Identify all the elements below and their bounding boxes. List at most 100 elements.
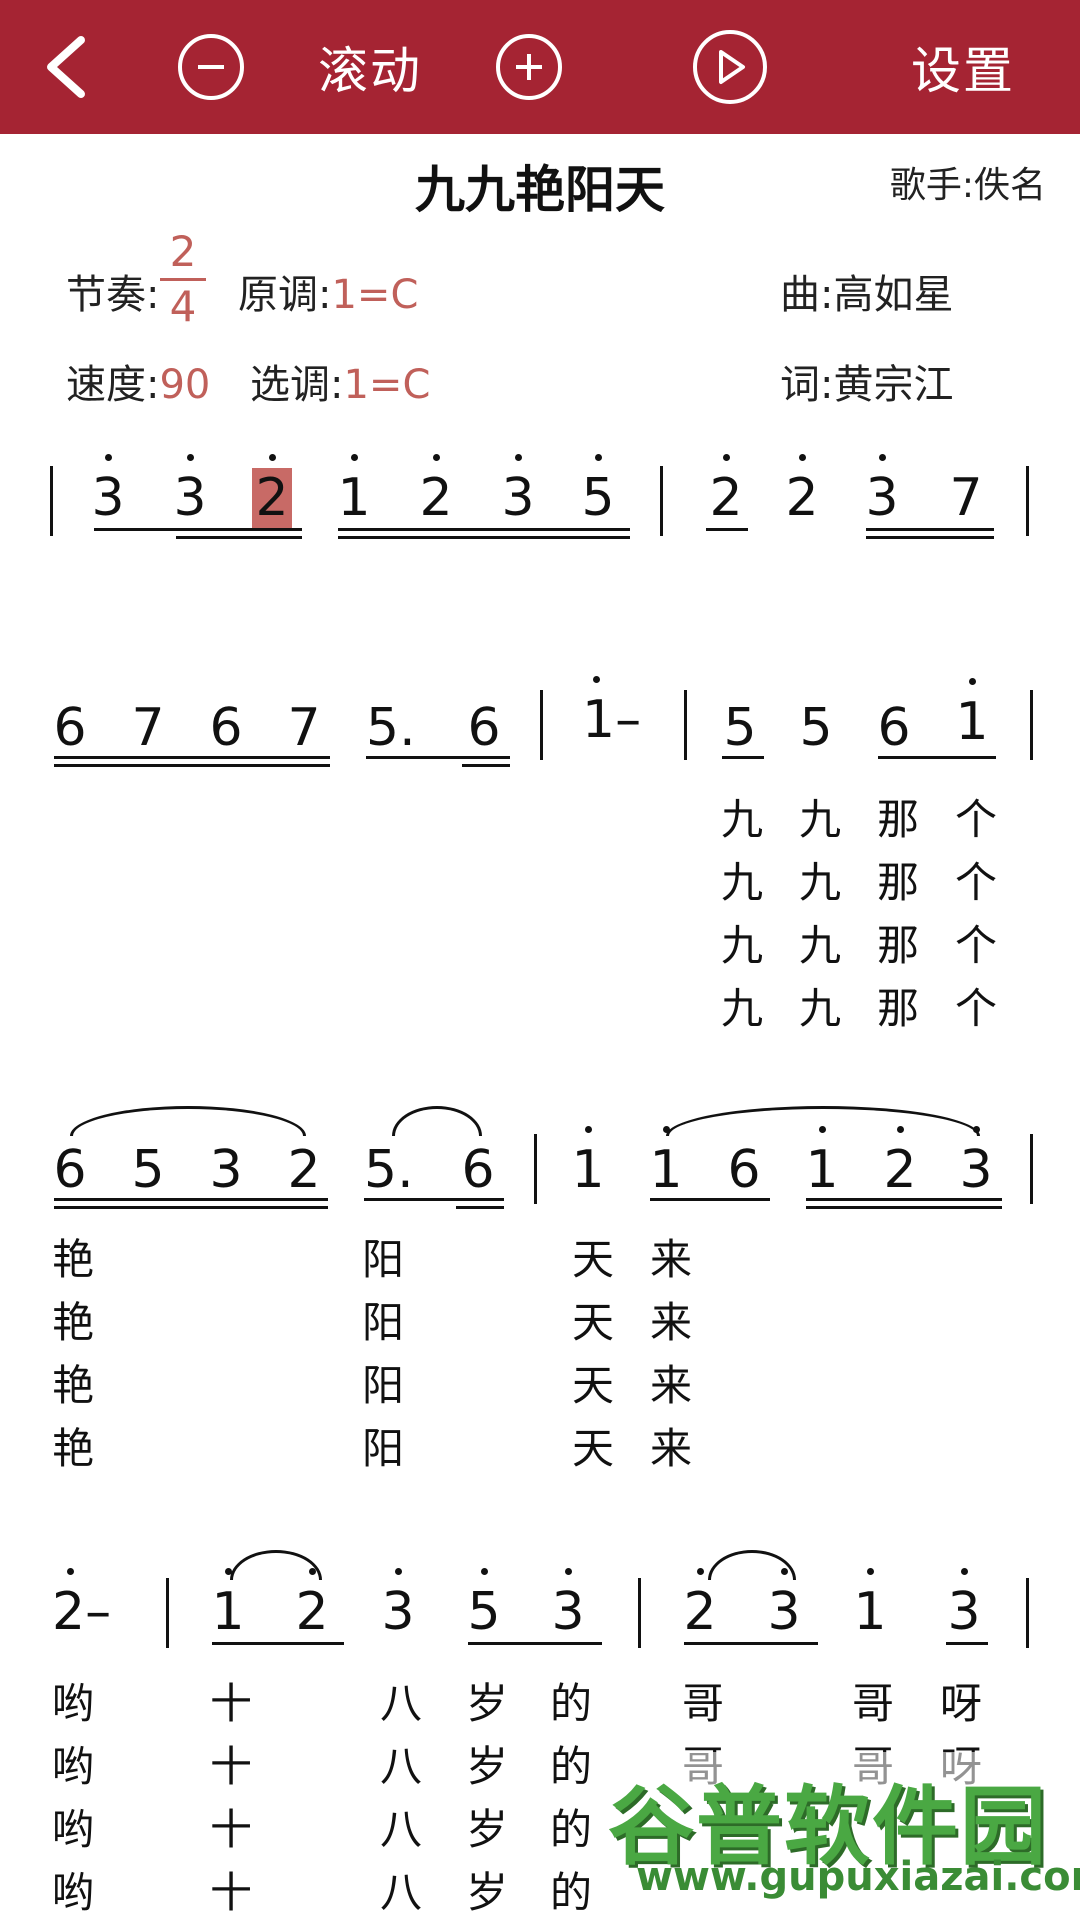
scroll-label: 滚动 xyxy=(318,42,422,100)
note[interactable]: 3 xyxy=(204,1140,248,1200)
beam xyxy=(866,528,994,531)
lyric: 艳 xyxy=(51,1361,94,1410)
lyric: 的 xyxy=(549,1742,592,1791)
lyric: 艳 xyxy=(51,1298,94,1347)
lyric: 的 xyxy=(549,1805,592,1854)
note[interactable]: 7 xyxy=(282,698,326,758)
note[interactable]: 1 xyxy=(950,678,994,752)
settings-button[interactable]: 设置 xyxy=(908,0,1018,134)
selected-key-value: 1=C xyxy=(343,362,431,408)
beam xyxy=(946,1642,988,1645)
note[interactable]: 2 xyxy=(878,1126,922,1200)
barline xyxy=(1026,1578,1029,1648)
note[interactable]: 2 xyxy=(290,1568,334,1642)
lyric: 九 xyxy=(798,984,841,1033)
note[interactable]: 6 xyxy=(456,1140,500,1200)
note[interactable]: 5. xyxy=(364,1140,440,1200)
time-sig-bottom: 4 xyxy=(169,282,197,331)
beam xyxy=(866,536,994,539)
note[interactable]: 5 xyxy=(126,1140,170,1200)
lyric: 哟 xyxy=(51,1805,94,1854)
note[interactable]: 2 xyxy=(678,1568,722,1642)
tempo: 速度:90 xyxy=(66,352,210,410)
decrease-speed-button[interactable] xyxy=(178,0,244,134)
scroll-toggle-button[interactable]: 滚动 xyxy=(312,0,428,134)
note[interactable]: 1 xyxy=(566,1126,610,1200)
note[interactable]: 2 xyxy=(282,1140,326,1200)
lyric: 哟 xyxy=(51,1868,94,1917)
note-current[interactable]: 2 xyxy=(252,454,292,528)
note[interactable]: 1 xyxy=(206,1568,250,1642)
note[interactable]: 3 xyxy=(954,1126,998,1200)
singer-label: 歌手:佚名 xyxy=(889,165,1046,206)
note[interactable]: 2– xyxy=(52,1568,132,1642)
note[interactable]: 3 xyxy=(942,1568,986,1642)
note[interactable]: 6 xyxy=(48,1140,92,1200)
increase-speed-button[interactable] xyxy=(496,0,562,134)
lyric: 八 xyxy=(379,1805,422,1854)
lyric: 个 xyxy=(954,858,997,907)
note[interactable]: 5 xyxy=(462,1568,506,1642)
back-button[interactable] xyxy=(30,0,100,134)
note[interactable]: 6 xyxy=(48,698,92,758)
note[interactable]: 6 xyxy=(462,698,506,758)
note[interactable]: 3 xyxy=(762,1568,806,1642)
note[interactable]: 5. xyxy=(366,698,442,758)
lyric: 来 xyxy=(649,1298,692,1347)
lyric: 十 xyxy=(209,1805,252,1854)
lyric: 九 xyxy=(720,921,763,970)
beam xyxy=(806,1206,1002,1209)
note[interactable]: 1 xyxy=(644,1126,688,1200)
beam xyxy=(54,756,330,759)
lyric: 那 xyxy=(876,795,919,844)
note[interactable]: 3 xyxy=(376,1568,420,1642)
note[interactable]: 3 xyxy=(546,1568,590,1642)
top-toolbar: 滚动 设置 xyxy=(0,0,1080,134)
note[interactable]: 1– xyxy=(582,676,652,750)
beam xyxy=(722,756,764,759)
back-arrow-icon xyxy=(47,36,85,98)
barline xyxy=(1030,690,1033,760)
note[interactable]: 5 xyxy=(794,698,838,758)
note[interactable]: 5 xyxy=(718,698,762,758)
lyricist-label: 词:黄宗江 xyxy=(780,362,954,408)
note[interactable]: 7 xyxy=(126,698,170,758)
note[interactable]: 2 xyxy=(414,454,458,528)
watermark: 谷普软件园 www.gupuxiazai.com xyxy=(596,1752,1080,1920)
beam xyxy=(94,528,302,531)
lyric: 八 xyxy=(379,1868,422,1917)
beam xyxy=(176,536,302,539)
beam xyxy=(364,1198,504,1201)
barline xyxy=(534,1134,537,1204)
beam xyxy=(338,528,630,531)
lyric: 岁 xyxy=(465,1679,508,1728)
lyric: 天 xyxy=(571,1235,614,1284)
note[interactable]: 1 xyxy=(332,454,376,528)
play-button[interactable] xyxy=(692,0,768,134)
note[interactable]: 1 xyxy=(800,1126,844,1200)
lyric: 艳 xyxy=(51,1424,94,1473)
lyric: 艳 xyxy=(51,1235,94,1284)
note[interactable]: 3 xyxy=(496,454,540,528)
note[interactable]: 5 xyxy=(576,454,620,528)
play-icon xyxy=(693,30,767,104)
note[interactable]: 2 xyxy=(704,454,748,528)
note[interactable]: 6 xyxy=(872,698,916,758)
note[interactable]: 3 xyxy=(860,454,904,528)
time-signature: 2 4 xyxy=(160,228,206,331)
time-sig-bar xyxy=(160,278,206,281)
beam xyxy=(366,756,510,759)
note[interactable]: 6 xyxy=(204,698,248,758)
note[interactable]: 1 xyxy=(848,1568,892,1642)
beam xyxy=(468,1642,602,1645)
lyric: 十 xyxy=(209,1679,252,1728)
note[interactable]: 2 xyxy=(780,454,824,528)
lyric: 呀 xyxy=(939,1679,982,1728)
watermark-url: www.gupuxiazai.com xyxy=(636,1854,1080,1900)
original-key-value: 1=C xyxy=(331,272,419,318)
lyric: 九 xyxy=(720,858,763,907)
note[interactable]: 7 xyxy=(944,468,988,528)
note[interactable]: 3 xyxy=(168,454,212,528)
note[interactable]: 3 xyxy=(86,454,130,528)
note[interactable]: 6 xyxy=(722,1140,766,1200)
